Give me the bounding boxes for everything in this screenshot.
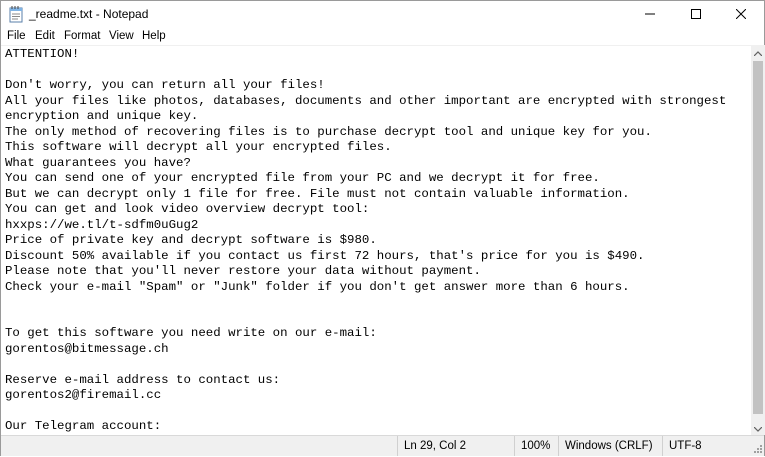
scroll-up-button[interactable] [751,45,765,59]
menu-format[interactable]: Format [60,29,104,43]
vertical-scrollbar[interactable] [751,45,765,435]
document-text[interactable]: ATTENTION! Don't worry, you can return a… [5,47,726,435]
close-button[interactable] [718,1,764,28]
window-title: _readme.txt - Notepad [29,7,149,21]
maximize-icon [691,6,701,24]
minimize-icon [645,6,655,24]
chevron-up-icon [753,43,763,61]
cursor-position: Ln 29, Col 2 [397,436,513,456]
menu-help[interactable]: Help [138,29,170,43]
line-endings: Windows (CRLF) [558,436,661,456]
notepad-window: _readme.txt - Notepad File Edit Format V… [0,0,765,456]
encoding: UTF-8 [662,436,750,456]
text-editor[interactable]: ATTENTION! Don't worry, you can return a… [1,45,751,436]
menu-edit[interactable]: Edit [31,29,59,43]
scroll-down-button[interactable] [751,421,765,435]
zoom-level: 100% [514,436,557,456]
title-bar[interactable]: _readme.txt - Notepad [1,1,764,28]
notepad-icon [9,6,23,23]
scroll-thumb[interactable] [753,61,763,414]
maximize-button[interactable] [673,1,719,28]
close-icon [735,6,747,24]
minimize-button[interactable] [627,1,673,28]
menu-file[interactable]: File [3,29,30,43]
resize-grip-icon[interactable] [751,442,763,454]
menu-view[interactable]: View [105,29,138,43]
status-bar: Ln 29, Col 2 100% Windows (CRLF) UTF-8 [1,435,764,456]
